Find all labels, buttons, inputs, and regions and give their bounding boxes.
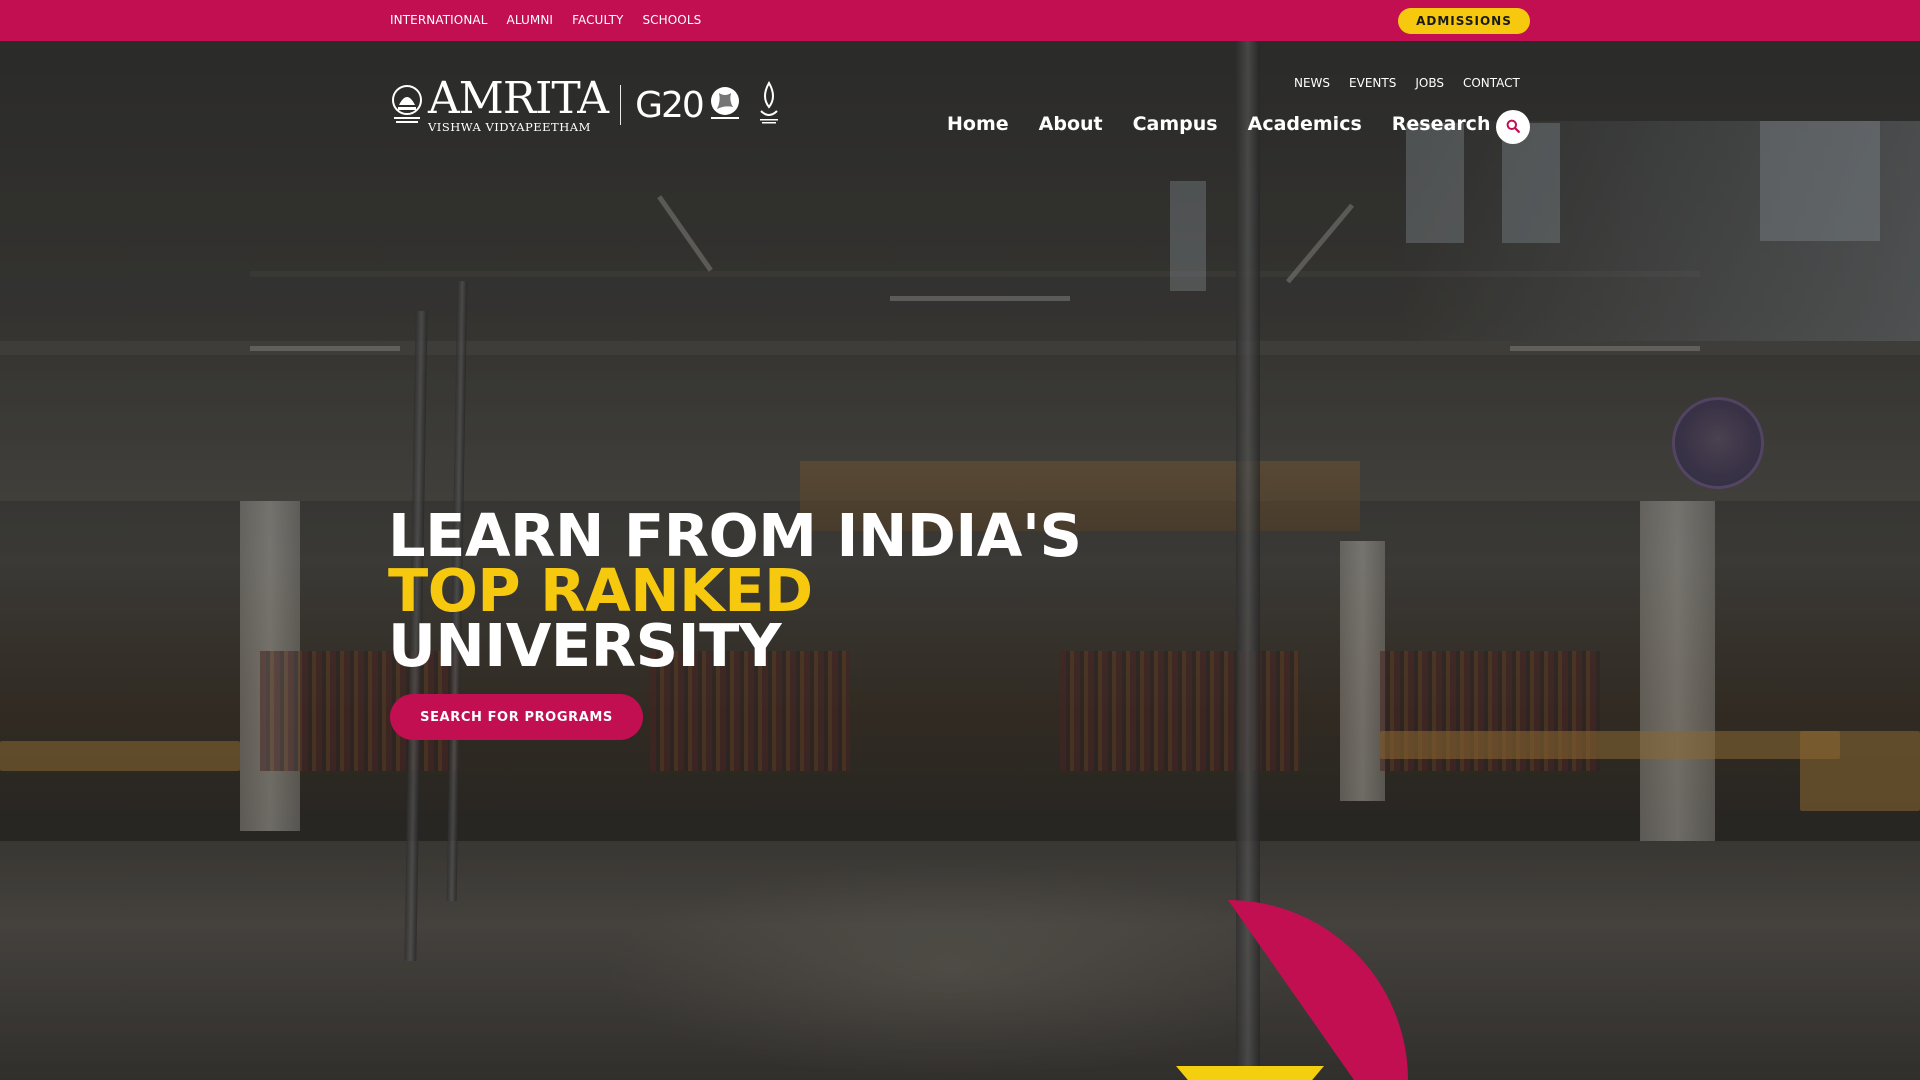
nav-link-research[interactable]: Research — [1392, 113, 1491, 135]
amrita-emblem-icon — [390, 83, 424, 127]
g20-text: G20 — [635, 84, 705, 126]
hero-headline: LEARN FROM INDIA'S TOP RANKED UNIVERSITY — [388, 501, 1082, 680]
hero-line-3: UNIVERSITY — [388, 611, 782, 680]
admissions-button[interactable]: ADMISSIONS — [1398, 8, 1530, 34]
logo-subtitle: VISHWA VIDYAPEETHAM — [428, 120, 591, 134]
search-icon — [1506, 119, 1520, 136]
nav-link-about[interactable]: About — [1039, 113, 1103, 135]
g20-logo: G20 — [635, 81, 783, 129]
search-programs-button[interactable]: SEARCH FOR PROGRAMS — [390, 694, 643, 740]
utility-link-international[interactable]: INTERNATIONAL — [390, 13, 488, 27]
lamp-icon — [755, 81, 783, 129]
hero-line-1: LEARN FROM INDIA'S — [388, 501, 1082, 570]
decorative-yellow-shape — [1176, 1066, 1324, 1080]
logo-divider — [620, 85, 622, 126]
nav-link-jobs[interactable]: JOBS — [1415, 76, 1444, 90]
hero-line-2: TOP RANKED — [388, 556, 813, 625]
utility-link-schools[interactable]: SCHOOLS — [642, 13, 701, 27]
nav-link-academics[interactable]: Academics — [1248, 113, 1362, 135]
nav-link-news[interactable]: NEWS — [1294, 76, 1330, 90]
top-utility-bar: INTERNATIONAL ALUMNI FACULTY SCHOOLS ADM… — [0, 0, 1920, 41]
utility-link-alumni[interactable]: ALUMNI — [507, 13, 554, 27]
site-logo[interactable]: AMRITA VISHWA VIDYAPEETHAM G20 — [390, 77, 783, 134]
nav-link-home[interactable]: Home — [947, 113, 1009, 135]
nav-link-campus[interactable]: Campus — [1133, 113, 1218, 135]
logo-name: AMRITA — [428, 73, 609, 124]
main-nav: Home About Campus Academics Research — [947, 113, 1490, 135]
utility-link-faculty[interactable]: FACULTY — [572, 13, 623, 27]
utility-nav: INTERNATIONAL ALUMNI FACULTY SCHOOLS — [390, 13, 701, 27]
secondary-nav: NEWS EVENTS JOBS CONTACT — [1294, 76, 1520, 90]
g20-globe-icon — [705, 83, 745, 127]
nav-link-events[interactable]: EVENTS — [1349, 76, 1396, 90]
nav-link-contact[interactable]: CONTACT — [1463, 76, 1520, 90]
search-button[interactable] — [1496, 110, 1530, 144]
